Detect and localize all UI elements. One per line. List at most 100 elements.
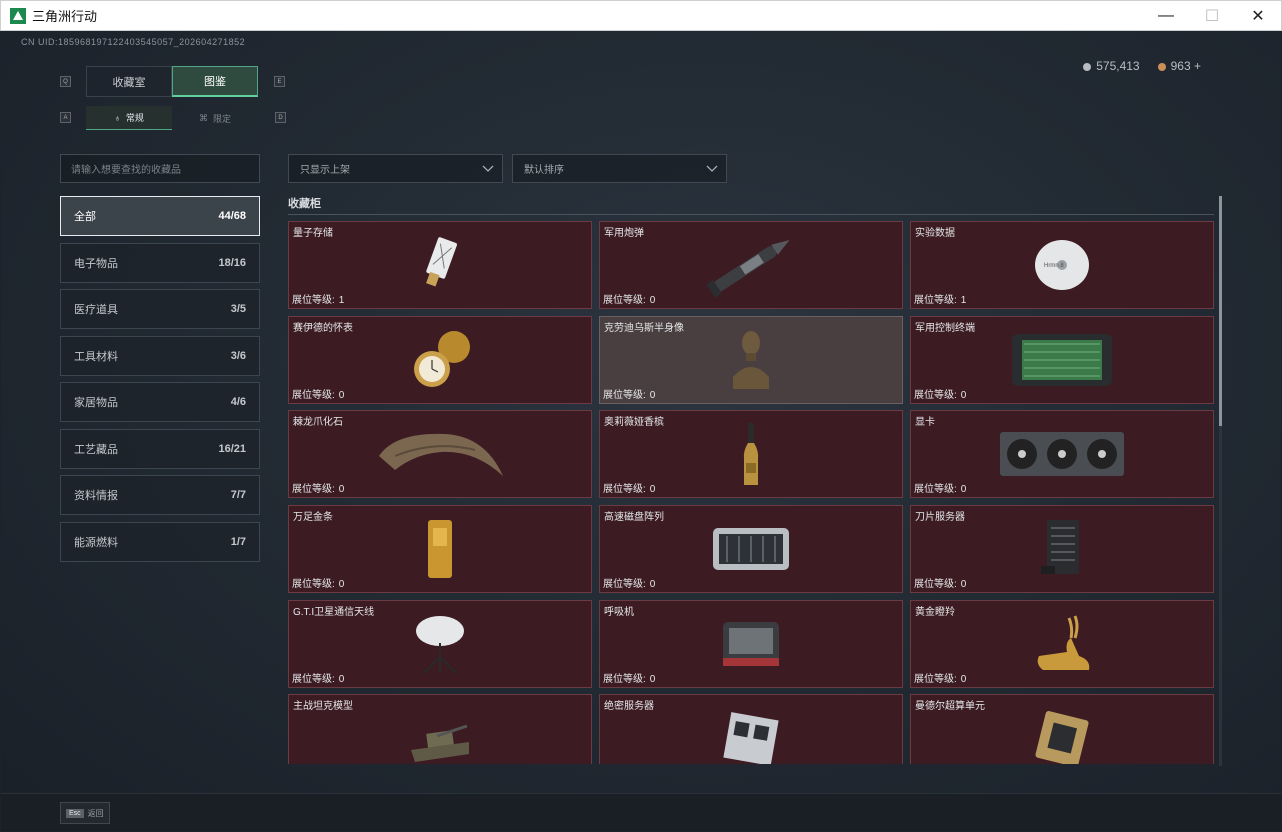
limited-icon: ⌘	[198, 112, 208, 123]
collection-grid: 量子存储 展位等级: 1 军用炮弹 展位等级: 0 实验数据 Hrmn 8 展位…	[288, 221, 1214, 764]
category-tools[interactable]: 工具材料 3/6	[60, 335, 260, 376]
section-title: 收藏柜	[288, 198, 321, 210]
key-hint-d: D	[275, 112, 286, 123]
claw-fossil-icon	[379, 434, 503, 477]
tab-collection-room[interactable]: 收藏室	[86, 66, 172, 97]
level-value: 0	[960, 673, 967, 685]
item-card-satellite-antenna[interactable]: G.T.I卫星通信天线 展位等级: 0	[288, 599, 592, 688]
control-terminal-icon	[1012, 333, 1112, 386]
search-input[interactable]: 请输入想要查找的收藏品	[60, 154, 260, 183]
subtab-limited[interactable]: ⌘ 限定	[172, 106, 258, 130]
close-button[interactable]: ✕	[1235, 1, 1281, 31]
category-count: 16/21	[218, 442, 246, 455]
category-energy[interactable]: 能源燃料 1/7	[60, 521, 260, 562]
level-value: 1	[338, 295, 345, 306]
item-name: 奥莉薇娅香槟	[604, 417, 664, 429]
silver-currency: 575,413	[1083, 59, 1140, 73]
level-value: 0	[649, 484, 656, 496]
item-level: 展位等级: 0	[292, 386, 344, 401]
item-card-secret-server[interactable]: 绝密服务器 展位等级:	[599, 694, 903, 764]
category-intel[interactable]: 资料情报 7/7	[60, 475, 260, 515]
category-all[interactable]: 全部 44/68	[60, 196, 260, 236]
category-list: 全部 44/68 电子物品 18/16 医疗道具 3/5 工具材料 3/6 家居物品 4/…	[60, 196, 260, 568]
item-card-control-terminal[interactable]: 军用控制终端 展位等级: 0	[910, 315, 1214, 404]
category-electronics[interactable]: 电子物品 18/16	[60, 242, 260, 283]
maximize-button[interactable]: ☐	[1189, 1, 1235, 31]
item-name: 高速磁盘阵列	[604, 512, 664, 524]
level-value: 0	[960, 389, 967, 401]
item-card-golden-gazelle[interactable]: 黄金瞪羚 展位等级: 0	[910, 599, 1214, 688]
category-medical[interactable]: 医疗道具 3/5	[60, 289, 260, 329]
category-household[interactable]: 家居物品 4/6	[60, 382, 260, 422]
item-name: 显卡	[915, 417, 935, 429]
item-name: 棘龙爪化石	[293, 417, 343, 429]
level-label: 展位等级:	[603, 484, 646, 496]
item-level: 展位等级: 0	[914, 670, 966, 685]
level-value: 1	[960, 295, 967, 306]
item-name: 赛伊德的怀表	[293, 322, 353, 334]
category-label: 工艺藏品	[74, 443, 118, 456]
item-card-tank-model[interactable]: 主战坦克模型 展位等级:	[288, 694, 592, 764]
level-value: 0	[338, 389, 345, 401]
item-card-ventilator[interactable]: 呼吸机 展位等级: 0	[599, 599, 903, 688]
tab-catalog[interactable]: 图鉴	[172, 66, 258, 97]
category-label: 家居物品	[74, 397, 118, 409]
minimize-button[interactable]: —	[1143, 1, 1189, 31]
player-uid: CN UID:1859681971224035450​57_2026042718…	[21, 37, 246, 47]
scrollbar-thumb[interactable]	[1219, 196, 1222, 426]
graphics-card-icon	[1000, 432, 1124, 477]
item-card-pocket-watch[interactable]: 赛伊德的怀表 展位等级: 0	[288, 315, 592, 404]
svg-text:Hrmn 8: Hrmn 8	[1044, 263, 1064, 269]
shelf-filter-dropdown[interactable]: 只显示上架	[288, 154, 503, 183]
level-label: 展位等级:	[603, 673, 646, 685]
level-value: 0	[649, 579, 656, 591]
item-name: 克劳迪乌斯半身像	[604, 322, 684, 334]
add-currency-button[interactable]: +	[1194, 59, 1201, 73]
item-card-claw-fossil[interactable]: 棘龙爪化石 展位等级: 0	[288, 410, 592, 499]
category-crafts[interactable]: 工艺藏品 16/21	[60, 428, 260, 469]
item-card-champagne[interactable]: 奥莉薇娅香槟 展位等级: 0	[599, 410, 903, 499]
item-card-quantum-storage[interactable]: 量子存储 展位等级: 1	[288, 221, 592, 309]
category-count: 3/5	[230, 303, 246, 315]
item-level: 展位等级: 0	[914, 575, 966, 590]
item-card-graphics-card[interactable]: 显卡 展位等级: 0	[910, 410, 1214, 499]
category-label: 资料情报	[74, 490, 118, 502]
supercomputer-unit-icon	[1035, 711, 1089, 764]
category-label: 全部	[74, 211, 96, 223]
level-label: 展位等级:	[292, 295, 335, 306]
app-logo-icon	[10, 7, 26, 24]
item-card-mandel-supercomputer[interactable]: 曼德尔超算单元 展位等级:	[910, 694, 1214, 764]
item-card-experiment-data[interactable]: 实验数据 Hrmn 8 展位等级: 1	[910, 221, 1214, 309]
category-label: 能源燃料	[74, 536, 118, 549]
tank-model-icon	[411, 725, 469, 763]
back-button[interactable]: Esc 返回	[60, 802, 110, 824]
level-label: 展位等级:	[914, 579, 957, 591]
bottom-bar: Esc 返回	[1, 793, 1281, 831]
item-name: G.T.I卫星通信天线	[293, 606, 375, 618]
golden-gazelle-icon	[1037, 615, 1090, 670]
level-label: 展位等级:	[603, 295, 646, 306]
item-card-gold-bar[interactable]: 万足金条 展位等级: 0	[288, 505, 592, 594]
subtab-regular[interactable]: ♁ 常规	[86, 106, 172, 130]
subtab-limited-label: 限定	[212, 113, 231, 124]
bust-statue-icon	[733, 330, 769, 389]
item-name: 军用控制终端	[915, 322, 975, 334]
pocket-watch-icon	[414, 330, 470, 387]
sort-value: 默认排序	[524, 165, 564, 176]
item-card-claudius-bust[interactable]: 克劳迪乌斯半身像 展位等级: 0	[599, 315, 903, 404]
silver-coin-icon	[1083, 62, 1092, 71]
item-level: 展位等级: 0	[603, 291, 655, 306]
game-viewport: CN UID:1859681971224035450​57_2026042718…	[1, 31, 1281, 831]
sort-dropdown[interactable]: 默认排序	[512, 154, 727, 183]
category-count: 4/6	[230, 396, 246, 408]
item-level: 展位等级: 0	[914, 480, 966, 495]
level-value: 0	[338, 484, 345, 496]
grid-scrollbar[interactable]	[1219, 196, 1222, 766]
item-card-artillery-shell[interactable]: 军用炮弹 展位等级: 0	[599, 221, 903, 309]
item-level: 展位等级: 0	[914, 386, 966, 401]
level-value: 0	[960, 484, 967, 496]
item-card-disk-array[interactable]: 高速磁盘阵列 展位等级: 0	[599, 505, 903, 594]
level-label: 展位等级:	[292, 579, 335, 591]
item-card-blade-server[interactable]: 刀片服务器 展位等级: 0	[910, 505, 1214, 594]
level-label: 展位等级:	[914, 389, 957, 401]
